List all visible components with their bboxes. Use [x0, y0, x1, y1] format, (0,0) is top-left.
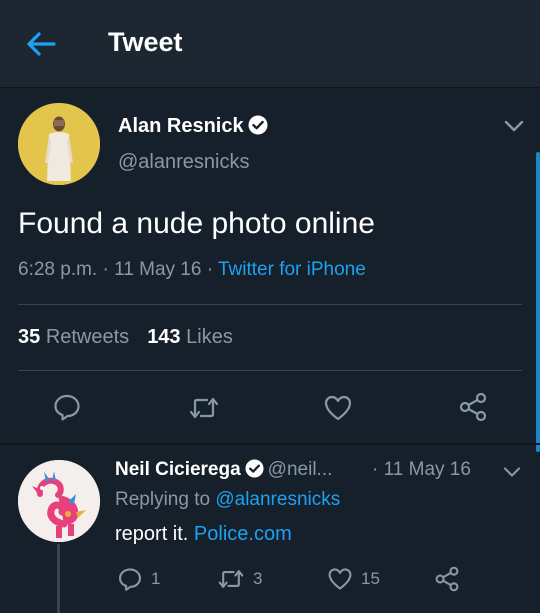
avatar[interactable]: [18, 103, 100, 185]
reply-icon[interactable]: [52, 392, 82, 422]
author-name[interactable]: Alan Resnick: [118, 115, 268, 138]
verified-badge-icon: [248, 115, 268, 135]
replying-label: Replying to: [115, 489, 211, 510]
tweet-date: 11 May 16: [114, 259, 202, 280]
reply-date: · 11 May 16: [372, 459, 471, 481]
verified-badge-icon: [245, 459, 264, 478]
author-name-text[interactable]: Alan Resnick: [118, 115, 244, 137]
reply-author-name[interactable]: Neil Cicierega: [115, 459, 241, 480]
reply-text: report it. Police.com: [115, 523, 292, 546]
likes-count[interactable]: 143: [147, 326, 180, 348]
chevron-down-icon[interactable]: [502, 465, 522, 479]
chevron-down-icon[interactable]: [503, 118, 525, 134]
back-button[interactable]: [24, 28, 58, 60]
tweet-text: Found a nude photo online: [18, 207, 375, 240]
person-photo-icon: [18, 103, 100, 185]
tweet-stats: 35 Retweets 143 Likes: [18, 326, 233, 349]
divider: [18, 370, 522, 371]
meta-separator: ·: [206, 259, 214, 280]
retweets-count[interactable]: 35: [18, 326, 40, 348]
reply-menu-button[interactable]: [502, 465, 522, 479]
reply-count: 1: [151, 569, 161, 588]
meta-separator: ·: [372, 459, 379, 480]
reply-author-handle[interactable]: @neil...: [268, 459, 333, 480]
share-button[interactable]: [458, 392, 488, 427]
divider: [18, 304, 522, 305]
reply-header: Neil Cicierega @neil...: [115, 459, 332, 481]
reply-avatar[interactable]: [18, 460, 100, 542]
thread-line: [57, 544, 60, 613]
retweets-stat[interactable]: 35 Retweets: [18, 326, 129, 348]
retweet-count: 3: [253, 569, 263, 588]
like-count: 15: [361, 569, 380, 588]
like-button[interactable]: [323, 393, 353, 428]
tweet-meta: 6:28 p.m. · 11 May 16 · Twitter for iPho…: [18, 259, 366, 281]
retweets-label[interactable]: Retweets: [46, 326, 129, 348]
reply-like-button[interactable]: 15: [327, 566, 380, 592]
section-divider: [0, 443, 540, 445]
author-handle[interactable]: @alanresnicks: [118, 151, 249, 174]
reply-body: report it.: [115, 523, 189, 545]
scrollbar[interactable]: [536, 152, 540, 452]
retweet-icon[interactable]: [188, 393, 220, 423]
reply-retweet-button[interactable]: 3: [217, 566, 262, 592]
tweet-source-link[interactable]: Twitter for iPhone: [218, 259, 366, 280]
tweet-time: 6:28 p.m.: [18, 259, 98, 280]
retweet-icon[interactable]: [217, 566, 245, 592]
reply-date-text: 11 May 16: [383, 459, 471, 480]
reply-reply-button[interactable]: 1: [117, 566, 160, 592]
heart-icon[interactable]: [327, 566, 353, 592]
page-title: Tweet: [108, 27, 183, 57]
reply-icon[interactable]: [117, 566, 143, 592]
share-icon[interactable]: [458, 392, 488, 422]
share-icon[interactable]: [434, 566, 460, 592]
meta-separator: ·: [102, 259, 109, 280]
mention-link[interactable]: @alanresnicks: [215, 489, 340, 510]
likes-stat[interactable]: 143 Likes: [147, 326, 233, 348]
police-link[interactable]: Police.com: [194, 523, 292, 545]
arrow-left-icon[interactable]: [24, 28, 58, 60]
top-bar: Tweet: [0, 0, 540, 88]
pink-dragon-photo-icon: [18, 460, 100, 542]
heart-icon[interactable]: [323, 393, 353, 423]
tweet-menu-button[interactable]: [503, 118, 525, 134]
replying-to: Replying to @alanresnicks: [115, 489, 340, 511]
retweet-button[interactable]: [188, 393, 220, 428]
reply-button[interactable]: [52, 392, 82, 427]
reply-share-button[interactable]: [434, 566, 460, 592]
likes-label[interactable]: Likes: [186, 326, 233, 348]
